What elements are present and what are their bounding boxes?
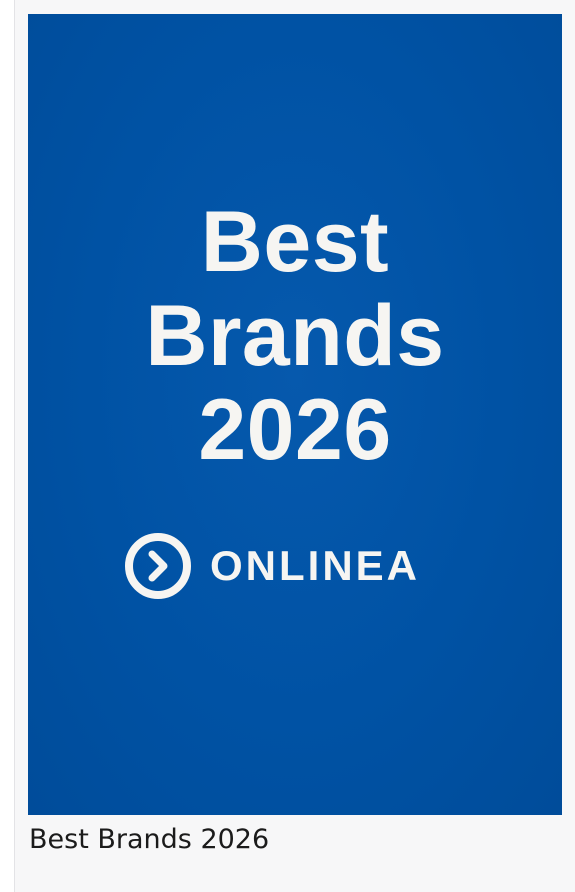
poster-headline-line-1: Best — [200, 194, 390, 290]
poster-image[interactable]: Best Brands 2026 ONLINEA — [28, 14, 562, 815]
media-card: Best Brands 2026 ONLINEA Best Brands 202… — [14, 0, 575, 892]
poster-headline-line-2: Brands — [145, 288, 445, 384]
image-caption: Best Brands 2026 — [29, 824, 270, 855]
brand-logo: ONLINEA — [124, 532, 420, 600]
brand-logo-text: ONLINEA — [210, 542, 420, 589]
poster-headline-line-3: 2026 — [198, 382, 392, 478]
chevron-right-circle-icon — [125, 533, 191, 599]
